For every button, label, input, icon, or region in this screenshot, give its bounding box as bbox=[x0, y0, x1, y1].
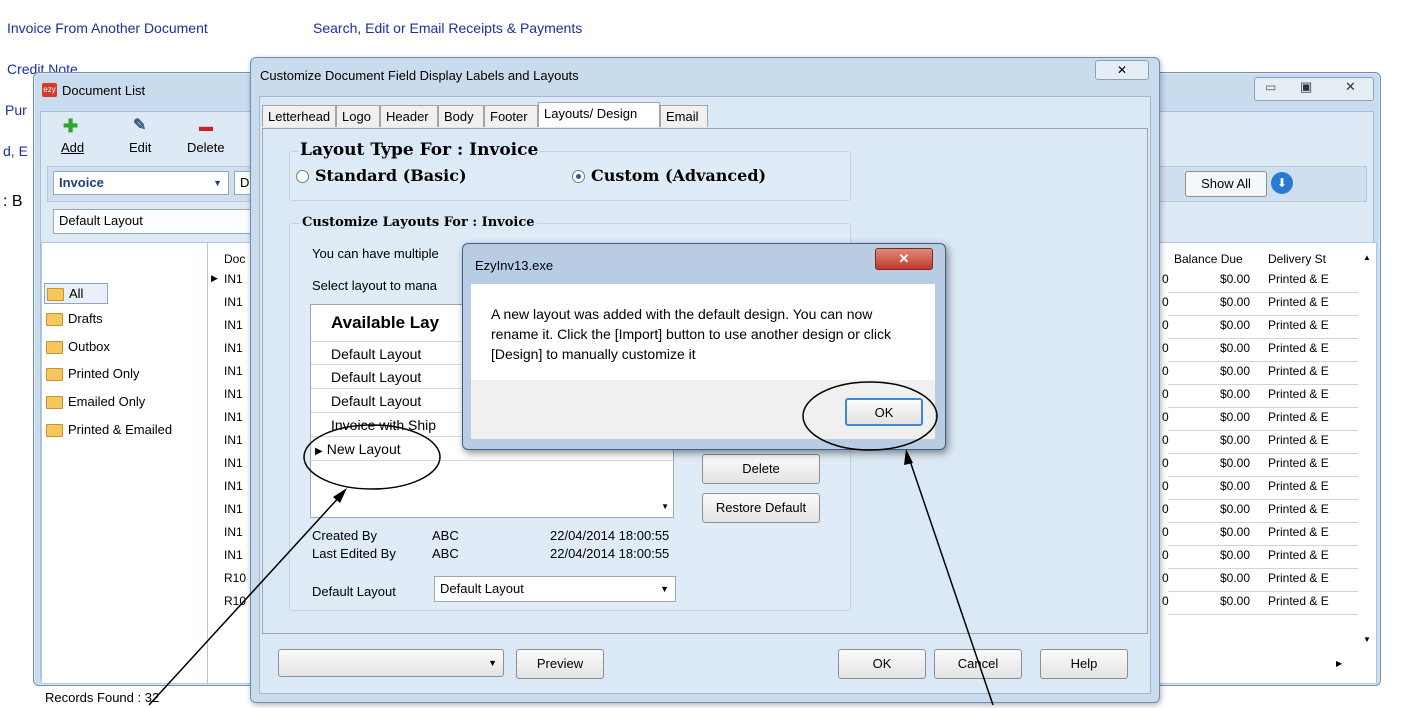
annotation-overlay bbox=[148, 381, 994, 706]
annotation-arrow-line-right bbox=[907, 454, 994, 706]
annotation-arrowhead-right bbox=[904, 449, 913, 465]
annotation-circle-ok bbox=[802, 381, 938, 451]
annotation-circle-new-layout bbox=[303, 424, 441, 490]
annotation-arrow-line-left bbox=[148, 493, 343, 706]
